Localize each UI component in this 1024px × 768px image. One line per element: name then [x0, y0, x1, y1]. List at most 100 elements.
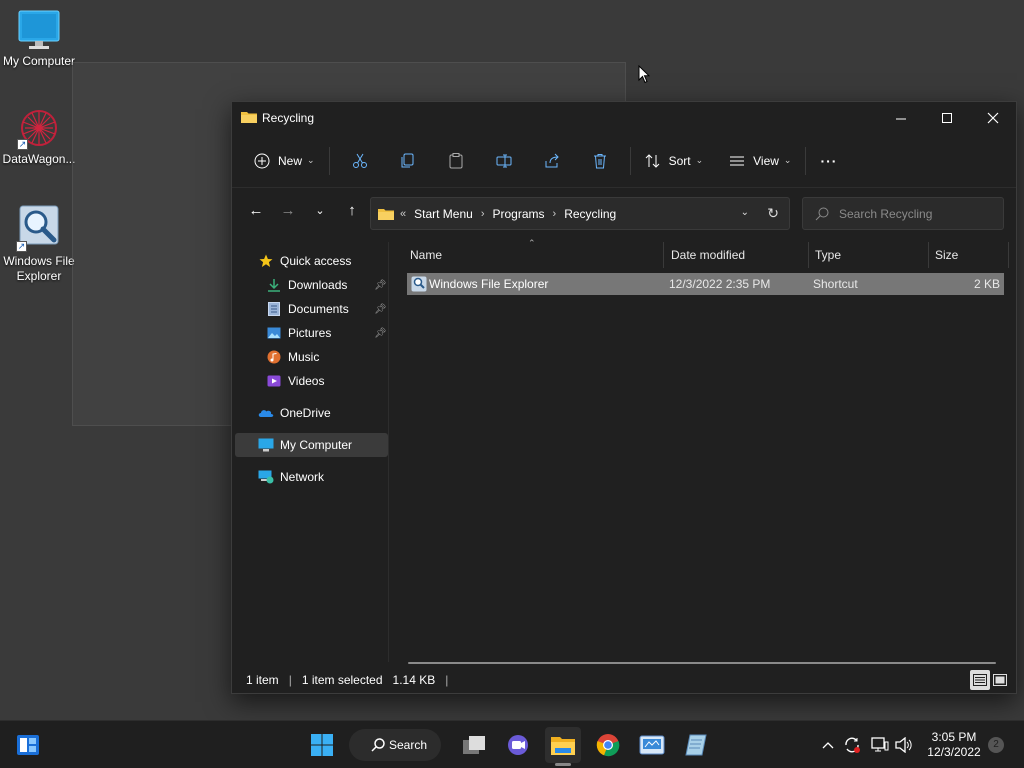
column-divider[interactable]: [663, 242, 664, 268]
folder-icon: [241, 110, 257, 127]
control-panel-button[interactable]: [634, 727, 670, 763]
status-divider: |: [445, 673, 449, 687]
tiles-view-button[interactable]: [990, 670, 1010, 690]
address-dropdown-icon[interactable]: ⌄: [741, 207, 749, 218]
sidebar-item-network[interactable]: Network: [258, 465, 324, 489]
volume-button[interactable]: [894, 727, 914, 763]
arrow-right-icon: →: [280, 201, 296, 219]
horizontal-scrollbar[interactable]: [408, 662, 996, 664]
taskbar-search-label: Search: [389, 738, 428, 752]
sort-icon: [645, 153, 659, 168]
show-hidden-icons-button[interactable]: [818, 727, 838, 763]
datawagon-icon: ↗: [17, 108, 61, 150]
file-type: Shortcut: [813, 277, 858, 291]
sidebar-item-documents[interactable]: Documents 📌︎: [266, 297, 390, 321]
share-button[interactable]: [528, 144, 576, 178]
pin-icon[interactable]: 📌︎: [374, 304, 387, 315]
file-row[interactable]: Windows File Explorer 12/3/2022 2:35 PM …: [407, 273, 1004, 295]
column-divider[interactable]: [808, 242, 809, 268]
widgets-button[interactable]: [10, 727, 46, 763]
breadcrumb-start-menu[interactable]: Start Menu: [414, 207, 473, 221]
sidebar-item-downloads[interactable]: Downloads 📌︎: [266, 273, 390, 297]
desktop-icon-my-computer[interactable]: My Computer: [0, 10, 78, 69]
chrome-button[interactable]: [590, 727, 626, 763]
chevron-down-icon: ⌄: [315, 204, 325, 217]
column-divider[interactable]: [1008, 242, 1009, 268]
network-status-button[interactable]: [870, 727, 890, 763]
notepad-button[interactable]: [678, 727, 714, 763]
taskbar-search-button[interactable]: Search: [349, 729, 441, 761]
desktop-icon-datawagon[interactable]: ↗ DataWagon...: [0, 108, 78, 167]
sync-status-button[interactable]: [842, 727, 862, 763]
column-header-type[interactable]: Type: [815, 248, 841, 262]
maximize-button[interactable]: [924, 102, 970, 134]
sidebar-item-pictures[interactable]: Pictures 📌︎: [266, 321, 390, 345]
new-button[interactable]: New ⌄: [246, 144, 323, 178]
column-header-name[interactable]: Name: [410, 248, 442, 262]
column-divider[interactable]: [928, 242, 929, 268]
delete-button[interactable]: [576, 144, 624, 178]
file-size: 2 KB: [973, 277, 1000, 291]
widgets-icon: [17, 735, 39, 755]
rename-button[interactable]: [480, 144, 528, 178]
breadcrumb-recycling[interactable]: Recycling: [564, 207, 616, 221]
shortcut-arrow-icon: ↗: [16, 241, 27, 252]
title-bar[interactable]: Recycling: [232, 102, 1016, 134]
copy-button[interactable]: [384, 144, 432, 178]
sort-button-label: Sort: [668, 153, 691, 168]
desktop-icon-windows-file-explorer[interactable]: ↗ Windows File Explorer: [0, 204, 78, 284]
taskbar-clock[interactable]: 3:05 PM 12/3/2022: [924, 730, 984, 760]
view-button[interactable]: View ⌄: [721, 144, 799, 178]
pin-icon[interactable]: 📌︎: [374, 280, 387, 291]
breadcrumb-programs[interactable]: Programs: [493, 207, 545, 221]
maximize-icon: [941, 112, 952, 123]
column-header-row: ⌃ Name Date modified Type Size: [390, 238, 1016, 268]
up-button[interactable]: ↑: [336, 194, 368, 226]
sidebar-item-onedrive[interactable]: OneDrive: [258, 401, 331, 425]
pictures-icon: [266, 325, 282, 341]
close-button[interactable]: [970, 102, 1016, 134]
document-icon: [266, 301, 282, 317]
cut-button[interactable]: [336, 144, 384, 178]
task-view-button[interactable]: [456, 727, 492, 763]
folder-icon: [551, 737, 575, 755]
sort-button[interactable]: Sort ⌄: [637, 144, 712, 178]
refresh-icon[interactable]: ↻: [767, 205, 779, 222]
sidebar-item-music[interactable]: Music: [266, 345, 319, 369]
paste-button[interactable]: [432, 144, 480, 178]
sidebar-item-my-computer[interactable]: My Computer: [258, 433, 352, 457]
window-title: Recycling: [262, 111, 315, 125]
forward-button[interactable]: →: [272, 194, 304, 226]
monitor-icon: [18, 10, 60, 50]
arrow-up-icon: ↑: [348, 201, 356, 219]
sidebar-item-label: Videos: [288, 374, 325, 388]
notification-count-badge[interactable]: 2: [988, 737, 1004, 753]
video-icon: [266, 373, 282, 389]
file-explorer-taskbar-button[interactable]: [545, 727, 581, 763]
back-button[interactable]: ←: [240, 194, 272, 226]
teams-chat-button[interactable]: [500, 727, 536, 763]
search-input[interactable]: [839, 206, 999, 221]
sync-icon: [845, 737, 860, 753]
recent-locations-button[interactable]: ⌄: [304, 194, 336, 226]
chrome-icon: [596, 734, 620, 757]
details-view-button[interactable]: [970, 670, 990, 690]
sidebar-item-label: Quick access: [280, 254, 352, 268]
status-bar: 1 item | 1 item selected 1.14 KB |: [232, 667, 1016, 693]
minimize-button[interactable]: [878, 102, 924, 134]
selected-count: 1 item selected: [301, 673, 383, 687]
sidebar-item-label: Pictures: [288, 326, 332, 340]
start-button[interactable]: [304, 727, 340, 763]
sidebar-item-videos[interactable]: Videos: [266, 369, 324, 393]
chat-icon: [508, 735, 528, 755]
pin-icon[interactable]: 📌︎: [374, 328, 387, 339]
column-header-size[interactable]: Size: [935, 248, 958, 262]
search-box[interactable]: [802, 197, 1004, 230]
sidebar-item-quick-access[interactable]: Quick access: [258, 249, 351, 273]
close-icon: [987, 112, 999, 124]
see-more-button[interactable]: ···: [812, 144, 845, 178]
breadcrumb-overflow[interactable]: «: [400, 208, 406, 220]
address-bar[interactable]: « Start Menu › Programs › Recycling ⌄ ↻: [370, 197, 790, 230]
breadcrumb-separator-icon: ›: [480, 207, 485, 220]
column-header-date[interactable]: Date modified: [671, 248, 745, 262]
